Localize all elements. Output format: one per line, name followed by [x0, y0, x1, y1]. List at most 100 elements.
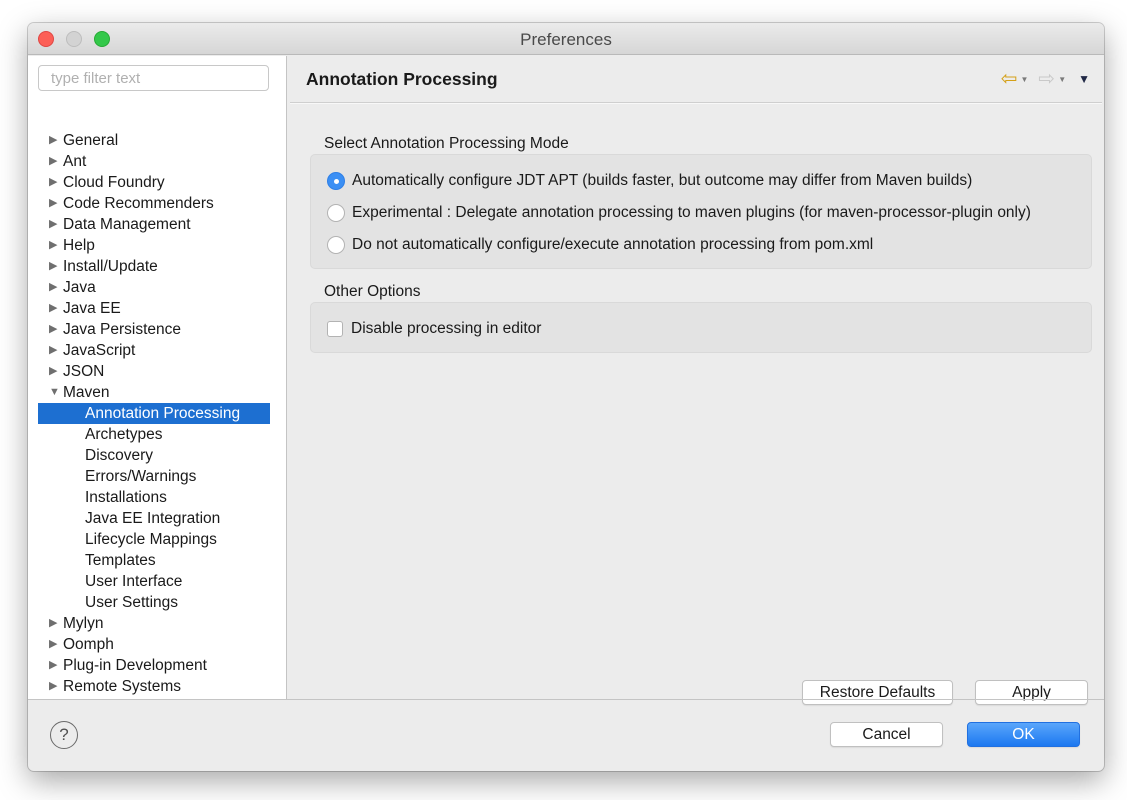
- collapsed-arrow-icon[interactable]: ▶: [49, 172, 57, 193]
- preferences-window: Preferences ▶ General ▶ Ant ▶ Cloud Foundry ▶ C…: [28, 23, 1104, 771]
- tree-item-label: User Interface: [85, 573, 183, 590]
- tree-item-label: Maven: [63, 384, 110, 401]
- tree-item-oomph[interactable]: ▶ Oomph: [38, 634, 270, 655]
- back-arrow-icon[interactable]: ⇦: [1001, 69, 1018, 89]
- mode-option-delegate-maven[interactable]: Experimental : Delegate annotation proce…: [327, 201, 1031, 225]
- collapsed-arrow-icon[interactable]: ▶: [49, 256, 57, 277]
- tree-item-maven[interactable]: ▼ Maven: [38, 382, 270, 403]
- tree-item-java[interactable]: ▶ Java: [38, 277, 270, 298]
- tree-item-cloud-foundry[interactable]: ▶ Cloud Foundry: [38, 172, 270, 193]
- preference-tree: ▶ General ▶ Ant ▶ Cloud Foundry ▶ Code Recommen…: [38, 130, 270, 699]
- mode-option-label: Experimental : Delegate annotation proce…: [352, 204, 1031, 221]
- tree-item-label: Errors/Warnings: [85, 468, 197, 485]
- tree-item-installations[interactable]: Installations: [38, 487, 270, 508]
- preference-page: Annotation Processing ⇦ ▼ ⇨ ▼ ▼ Select A…: [288, 56, 1104, 705]
- expanded-arrow-icon[interactable]: ▼: [49, 382, 60, 403]
- tree-item-label: Java EE: [63, 300, 121, 317]
- tree-item-discovery[interactable]: Discovery: [38, 445, 270, 466]
- tree-item-plug-in-development[interactable]: ▶ Plug-in Development: [38, 655, 270, 676]
- tree-item-label: Templates: [85, 552, 156, 569]
- other-options-label: Other Options: [324, 283, 421, 300]
- tree-item-templates[interactable]: Templates: [38, 550, 270, 571]
- footer-divider: [28, 699, 1104, 700]
- collapsed-arrow-icon[interactable]: ▶: [49, 655, 57, 676]
- tree-item-label: Data Management: [63, 216, 191, 233]
- collapsed-arrow-icon[interactable]: ▶: [49, 151, 57, 172]
- tree-item-label: Installations: [85, 489, 167, 506]
- collapsed-arrow-icon[interactable]: ▶: [49, 298, 57, 319]
- tree-item-code-recommenders[interactable]: ▶ Code Recommenders: [38, 193, 270, 214]
- collapsed-arrow-icon[interactable]: ▶: [49, 340, 57, 361]
- tree-item-archetypes[interactable]: Archetypes: [38, 424, 270, 445]
- tree-item-java-persistence[interactable]: ▶ Java Persistence: [38, 319, 270, 340]
- tree-item-general[interactable]: ▶ General: [38, 130, 270, 151]
- title-bar: Preferences: [28, 23, 1104, 55]
- tree-item-label: JSON: [63, 363, 105, 380]
- collapsed-arrow-icon[interactable]: ▶: [49, 214, 57, 235]
- tree-item-data-management[interactable]: ▶ Data Management: [38, 214, 270, 235]
- preference-tree-pane: ▶ General ▶ Ant ▶ Cloud Foundry ▶ Code Recommen…: [28, 56, 287, 699]
- apply-button[interactable]: Apply: [975, 680, 1088, 705]
- page-title: Annotation Processing: [306, 69, 498, 89]
- tree-item-label: Java: [63, 279, 96, 296]
- disable-processing-label: Disable processing in editor: [351, 320, 542, 337]
- tree-item-label: Ant: [63, 153, 87, 170]
- tree-item-label: Plug-in Development: [63, 657, 207, 674]
- view-menu-icon[interactable]: ▼: [1078, 72, 1090, 86]
- collapsed-arrow-icon[interactable]: ▶: [49, 634, 57, 655]
- window-title: Preferences: [520, 30, 612, 49]
- tree-item-label: JavaScript: [63, 342, 136, 359]
- mode-group: Automatically configure JDT APT (builds …: [310, 154, 1092, 269]
- tree-item-label: Discovery: [85, 447, 154, 464]
- collapsed-arrow-icon[interactable]: ▶: [49, 193, 57, 214]
- tree-item-ant[interactable]: ▶ Ant: [38, 151, 270, 172]
- mode-group-label: Select Annotation Processing Mode: [324, 135, 569, 152]
- disable-processing-checkbox[interactable]: [327, 321, 343, 337]
- mode-option-disabled[interactable]: Do not automatically configure/execute a…: [327, 233, 873, 257]
- page-navigation: ⇦ ▼ ⇨ ▼ ▼: [1001, 68, 1090, 90]
- collapsed-arrow-icon[interactable]: ▶: [49, 235, 57, 256]
- collapsed-arrow-icon[interactable]: ▶: [49, 361, 57, 382]
- collapsed-arrow-icon[interactable]: ▶: [49, 130, 57, 151]
- forward-arrow-icon[interactable]: ⇨: [1038, 69, 1055, 89]
- mode-option-label: Automatically configure JDT APT (builds …: [352, 172, 973, 189]
- tree-item-label: Java Persistence: [63, 321, 182, 338]
- collapsed-arrow-icon[interactable]: ▶: [49, 613, 57, 634]
- tree-item-remote-systems[interactable]: ▶ Remote Systems: [38, 676, 270, 697]
- back-history-dropdown-icon[interactable]: ▼: [1021, 75, 1029, 84]
- tree-item-annotation-processing[interactable]: Annotation Processing: [38, 403, 270, 424]
- cancel-button[interactable]: Cancel: [830, 722, 943, 747]
- tree-item-label: Archetypes: [85, 426, 163, 443]
- tree-item-label: Lifecycle Mappings: [85, 531, 217, 548]
- ok-button[interactable]: OK: [967, 722, 1080, 747]
- tree-item-mylyn[interactable]: ▶ Mylyn: [38, 613, 270, 634]
- radio-button[interactable]: [327, 204, 345, 222]
- help-icon[interactable]: ?: [50, 721, 78, 749]
- tree-item-lifecycle-mappings[interactable]: Lifecycle Mappings: [38, 529, 270, 550]
- tree-item-java-ee[interactable]: ▶ Java EE: [38, 298, 270, 319]
- tree-item-javascript[interactable]: ▶ JavaScript: [38, 340, 270, 361]
- restore-defaults-button[interactable]: Restore Defaults: [802, 680, 953, 705]
- radio-button[interactable]: [327, 172, 345, 190]
- tree-item-label: Mylyn: [63, 615, 104, 632]
- forward-history-dropdown-icon[interactable]: ▼: [1058, 75, 1066, 84]
- tree-item-label: Help: [63, 237, 95, 254]
- tree-item-label: User Settings: [85, 594, 179, 611]
- header-divider: [290, 102, 1102, 104]
- tree-item-help[interactable]: ▶ Help: [38, 235, 270, 256]
- tree-item-user-interface[interactable]: User Interface: [38, 571, 270, 592]
- tree-item-java-ee-integration[interactable]: Java EE Integration: [38, 508, 270, 529]
- mode-option-auto-apt[interactable]: Automatically configure JDT APT (builds …: [327, 169, 972, 193]
- tree-item-errors-warnings[interactable]: Errors/Warnings: [38, 466, 270, 487]
- filter-input[interactable]: [38, 65, 269, 91]
- tree-item-user-settings[interactable]: User Settings: [38, 592, 270, 613]
- tree-item-install-update[interactable]: ▶ Install/Update: [38, 256, 270, 277]
- collapsed-arrow-icon[interactable]: ▶: [49, 676, 57, 697]
- collapsed-arrow-icon[interactable]: ▶: [49, 277, 57, 298]
- collapsed-arrow-icon[interactable]: ▶: [49, 319, 57, 340]
- tree-item-label: Java EE Integration: [85, 510, 221, 527]
- tree-item-json[interactable]: ▶ JSON: [38, 361, 270, 382]
- disable-processing-option[interactable]: Disable processing in editor: [327, 317, 541, 341]
- tree-item-label: Annotation Processing: [85, 405, 241, 422]
- radio-button[interactable]: [327, 236, 345, 254]
